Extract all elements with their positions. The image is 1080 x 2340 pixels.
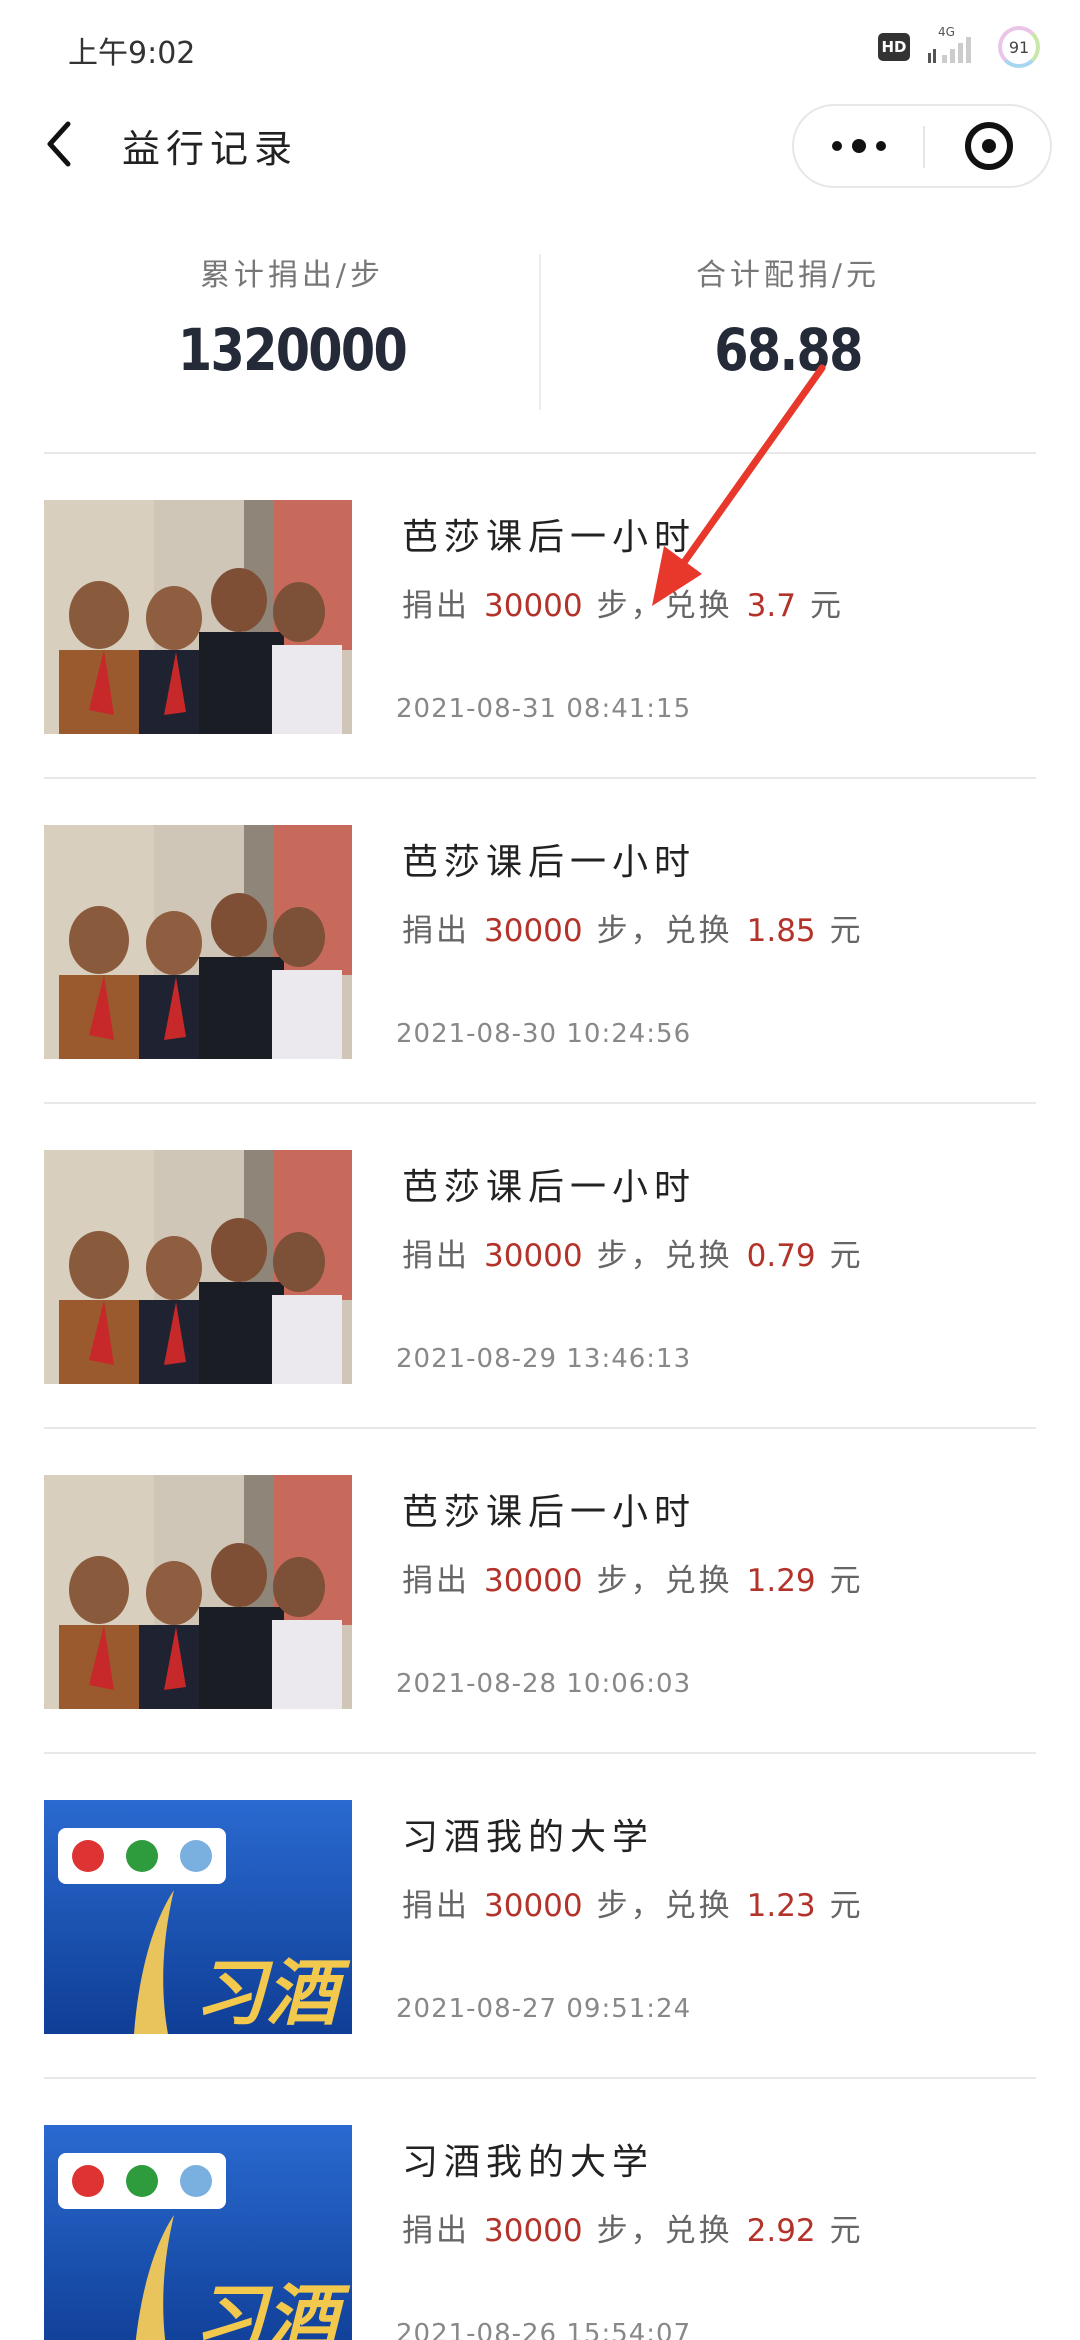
more-button[interactable]: [794, 106, 924, 186]
children-photo-image: [44, 825, 352, 1059]
amount-value: 0.79: [746, 1238, 816, 1274]
record-timestamp: 2021-08-30 10:24:56: [396, 1019, 692, 1049]
more-dot-icon: [832, 141, 842, 151]
xijiu-banner-image: 习酒: [44, 2125, 352, 2340]
donate-prefix-label: 捐出: [402, 1563, 470, 1599]
total-steps-label: 累计捐出/步: [199, 258, 385, 293]
record-timestamp: 2021-08-26 15:54:07: [396, 2319, 692, 2340]
steps-value: 30000: [484, 588, 583, 624]
donate-prefix-label: 捐出: [402, 1888, 470, 1924]
project-title: 习酒我的大学: [402, 2142, 655, 2183]
children-photo-image: [44, 1475, 352, 1709]
record-timestamp: 2021-08-27 09:51:24: [396, 1994, 692, 2024]
amount-value: 2.92: [746, 2213, 816, 2249]
project-title: 习酒我的大学: [402, 1817, 655, 1858]
nav-bar: 益行记录: [0, 96, 1080, 196]
donate-prefix-label: 捐出: [402, 913, 470, 949]
total-steps-value: 1320000: [177, 316, 408, 384]
steps-value: 30000: [484, 1238, 583, 1274]
list-item[interactable]: 习酒 习酒我的大学 捐出 30000 步，兑换 2.92 元 2021-08-26 15…: [44, 2079, 1036, 2340]
list-item[interactable]: 芭莎课后一小时 捐出 30000 步，兑换 1.85 元 2021-08-30 10:2…: [44, 779, 1036, 1104]
record-timestamp: 2021-08-31 08:41:15: [396, 694, 692, 724]
page-title: 益行记录: [122, 127, 299, 171]
currency-unit-label: 元: [809, 588, 844, 624]
exchange-label: 步，兑换: [596, 2213, 733, 2249]
amount-value: 1.29: [746, 1563, 816, 1599]
project-title: 芭莎课后一小时: [402, 842, 697, 883]
currency-unit-label: 元: [829, 1888, 864, 1924]
banner-text: 习酒: [194, 1951, 351, 2034]
project-thumbnail: 习酒: [44, 2125, 352, 2340]
banner-text: 习酒: [194, 2276, 351, 2340]
summary-panel: 累计捐出/步 1320000 合计配捐/元 68.88: [44, 250, 1036, 410]
record-list: 芭莎课后一小时 捐出 30000 步，兑换 3.7 元 2021-08-31 08:41…: [44, 454, 1036, 2340]
back-button[interactable]: [38, 114, 88, 174]
steps-value: 30000: [484, 1888, 583, 1924]
exchange-label: 步，兑换: [596, 588, 733, 624]
children-photo-image: [44, 1150, 352, 1384]
exchange-label: 步，兑换: [596, 1888, 733, 1924]
project-thumbnail: 习酒: [44, 1800, 352, 2034]
exchange-label: 步，兑换: [596, 1563, 733, 1599]
donate-prefix-label: 捐出: [402, 588, 470, 624]
donation-summary: 捐出 30000 步，兑换 1.29 元: [402, 1555, 864, 1600]
status-time: 上午9:02: [68, 36, 196, 71]
hd-icon: HD: [878, 33, 910, 61]
target-close-icon: [965, 122, 1013, 170]
project-title: 芭莎课后一小时: [402, 1167, 697, 1208]
donation-summary: 捐出 30000 步，兑换 2.92 元: [402, 2205, 864, 2250]
total-donation-block: 合计配捐/元 68.88: [540, 250, 1036, 410]
currency-unit-label: 元: [829, 1238, 864, 1274]
exchange-label: 步，兑换: [596, 1238, 733, 1274]
xijiu-banner-image: 习酒: [44, 1800, 352, 2034]
mini-program-capsule: [792, 104, 1052, 188]
project-thumbnail: [44, 500, 352, 734]
steps-value: 30000: [484, 913, 583, 949]
donation-summary: 捐出 30000 步，兑换 0.79 元: [402, 1230, 864, 1275]
amount-value: 1.85: [746, 913, 816, 949]
exchange-label: 步，兑换: [596, 913, 733, 949]
more-dot-icon: [876, 141, 886, 151]
donation-summary: 捐出 30000 步，兑换 1.23 元: [402, 1880, 864, 1925]
steps-value: 30000: [484, 2213, 583, 2249]
total-donation-value: 68.88: [714, 316, 863, 384]
project-thumbnail: [44, 825, 352, 1059]
status-icons: HD 4G 91: [878, 25, 1040, 68]
project-title: 芭莎课后一小时: [402, 517, 697, 558]
total-steps-block: 累计捐出/步 1320000: [44, 250, 540, 410]
donation-summary: 捐出 30000 步，兑换 3.7 元: [402, 580, 844, 625]
network-type-label: 4G: [938, 25, 955, 39]
steps-value: 30000: [484, 1563, 583, 1599]
status-bar: 上午9:02 HD 4G 91: [0, 0, 1080, 96]
project-title: 芭莎课后一小时: [402, 1492, 697, 1533]
battery-icon: 91: [998, 26, 1040, 68]
signal-icon: 4G: [924, 25, 984, 67]
total-donation-label: 合计配捐/元: [695, 258, 881, 293]
amount-value: 1.23: [746, 1888, 816, 1924]
donate-prefix-label: 捐出: [402, 2213, 470, 2249]
record-timestamp: 2021-08-28 10:06:03: [396, 1669, 692, 1699]
list-item[interactable]: 芭莎课后一小时 捐出 30000 步，兑换 0.79 元 2021-08-29 13:4…: [44, 1104, 1036, 1429]
currency-unit-label: 元: [829, 1563, 864, 1599]
chevron-left-icon: [47, 121, 71, 167]
donate-prefix-label: 捐出: [402, 1238, 470, 1274]
list-item[interactable]: 芭莎课后一小时 捐出 30000 步，兑换 1.29 元 2021-08-28 10:0…: [44, 1429, 1036, 1754]
list-item[interactable]: 芭莎课后一小时 捐出 30000 步，兑换 3.7 元 2021-08-31 08:41…: [44, 454, 1036, 779]
record-timestamp: 2021-08-29 13:46:13: [396, 1344, 692, 1374]
amount-value: 3.7: [746, 588, 796, 624]
currency-unit-label: 元: [829, 913, 864, 949]
more-dot-icon: [852, 139, 866, 153]
close-mini-program-button[interactable]: [924, 106, 1054, 186]
children-photo-image: [44, 500, 352, 734]
list-item[interactable]: 习酒 习酒我的大学 捐出 30000 步，兑换 1.23 元 2021-08-27 09…: [44, 1754, 1036, 2079]
donation-summary: 捐出 30000 步，兑换 1.85 元: [402, 905, 864, 950]
project-thumbnail: [44, 1475, 352, 1709]
project-thumbnail: [44, 1150, 352, 1384]
currency-unit-label: 元: [829, 2213, 864, 2249]
